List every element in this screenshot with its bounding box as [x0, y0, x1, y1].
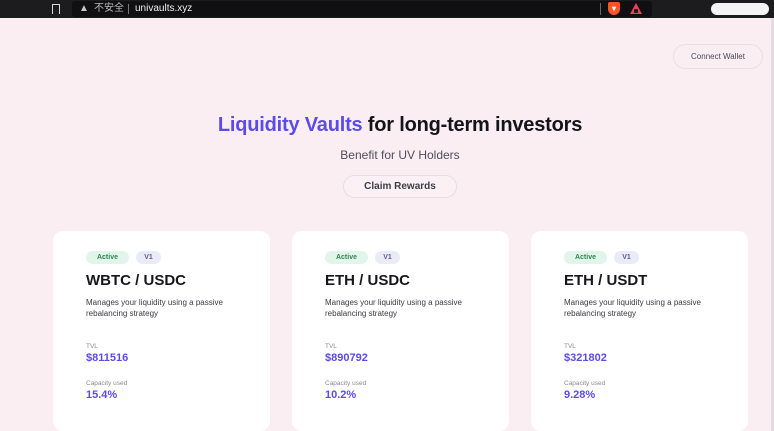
vault-pair-title: ETH / USDT	[564, 272, 648, 289]
capacity-value: 15.4%	[86, 389, 118, 401]
address-bar[interactable]: ▲ 不安全 univaults.xyz	[72, 1, 652, 17]
version-badge: V1	[136, 251, 161, 264]
url-text[interactable]: univaults.xyz	[135, 3, 192, 15]
insecure-label: 不安全	[94, 3, 124, 14]
tvl-label: TVL	[325, 343, 337, 350]
address-separator	[128, 4, 129, 14]
bookmark-icon[interactable]	[52, 4, 60, 14]
page-subtitle: Benefit for UV Holders	[340, 148, 460, 162]
vault-description: Manages your liquidity using a passive r…	[86, 298, 223, 318]
browser-toolbar: ▲ 不安全 univaults.xyz ▾	[0, 0, 774, 18]
title-accent: Liquidity Vaults	[217, 114, 363, 136]
status-badge: Active	[325, 251, 368, 264]
capacity-value: 10.2%	[325, 389, 357, 401]
brave-rewards-icon-inner	[634, 9, 638, 13]
vault-card-eth-usdt[interactable]: Active V1 ETH / USDT Manages your liquid…	[531, 231, 748, 431]
title-rest: for long-term investors	[362, 114, 583, 136]
capacity-label: Capacity used	[564, 380, 606, 387]
tvl-value: $811516	[86, 352, 129, 364]
version-badge: V1	[614, 251, 639, 264]
warning-icon: ▲	[79, 3, 89, 14]
vault-pair-title: ETH / USDC	[325, 272, 411, 289]
version-badge: V1	[375, 251, 400, 264]
vault-pair-title: WBTC / USDC	[86, 272, 186, 289]
vault-card-wbtc-usdc[interactable]: Active V1 WBTC / USDC Manages your liqui…	[53, 231, 270, 431]
capacity-value: 9.28%	[564, 389, 596, 401]
page-title: Liquidity Vaults for long-term investors	[0, 114, 774, 137]
tvl-value: $890792	[325, 352, 368, 364]
vault-card-eth-usdc[interactable]: Active V1 ETH / USDC Manages your liquid…	[292, 231, 509, 431]
status-badge: Active	[86, 251, 129, 264]
tvl-label: TVL	[564, 343, 576, 350]
connect-wallet-button[interactable]: Connect Wallet	[673, 44, 763, 69]
profile-button[interactable]	[711, 3, 769, 15]
capacity-label: Capacity used	[325, 380, 367, 387]
claim-rewards-button[interactable]: Claim Rewards	[343, 175, 457, 198]
vault-description: Manages your liquidity using a passive r…	[564, 298, 701, 318]
tvl-label: TVL	[86, 343, 98, 350]
brave-shield-icon[interactable]: ▾	[608, 2, 620, 15]
capacity-label: Capacity used	[86, 380, 128, 387]
tvl-value: $321802	[564, 352, 607, 364]
vault-description: Manages your liquidity using a passive r…	[325, 298, 462, 318]
status-badge: Active	[564, 251, 607, 264]
toolbar-separator	[600, 3, 601, 15]
